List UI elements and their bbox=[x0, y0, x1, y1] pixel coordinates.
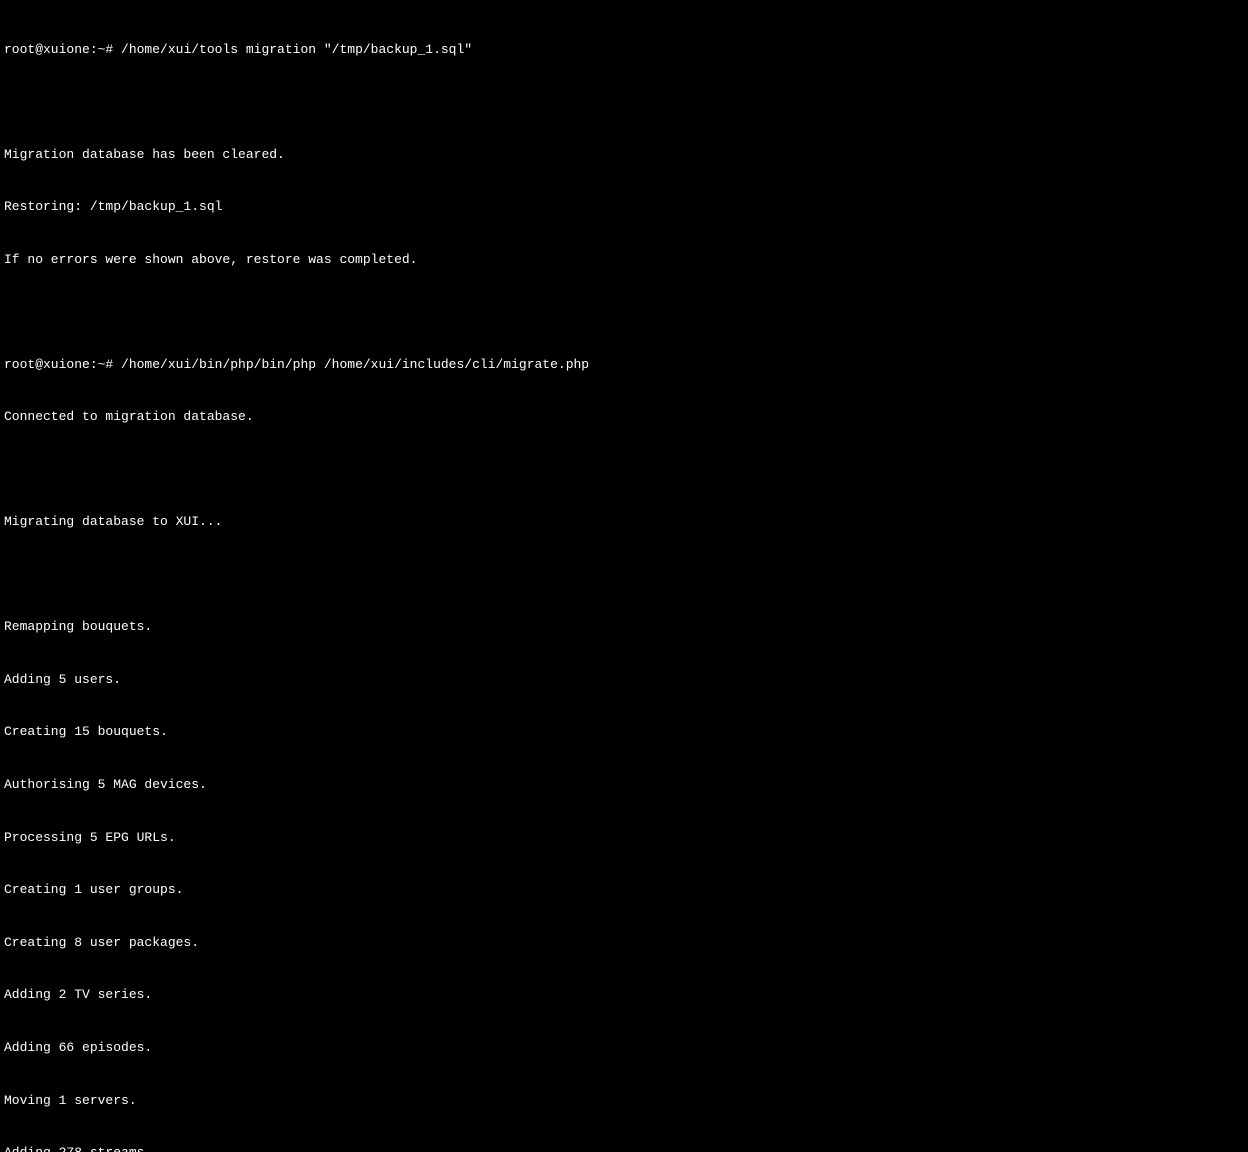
shell-prompt: root@xuione:~# bbox=[4, 357, 121, 372]
shell-prompt: root@xuione:~# bbox=[4, 42, 121, 57]
command-line-2: root@xuione:~# /home/xui/bin/php/bin/php… bbox=[4, 356, 1244, 374]
command-line-1: root@xuione:~# /home/xui/tools migration… bbox=[4, 41, 1244, 59]
output-line: Migrating database to XUI... bbox=[4, 513, 1244, 531]
output-line: Creating 15 bouquets. bbox=[4, 723, 1244, 741]
output-line: Migration database has been cleared. bbox=[4, 146, 1244, 164]
output-line: Remapping bouquets. bbox=[4, 618, 1244, 636]
blank-line bbox=[4, 94, 1244, 111]
output-line: Adding 66 episodes. bbox=[4, 1039, 1244, 1057]
output-line: If no errors were shown above, restore w… bbox=[4, 251, 1244, 269]
output-line: Adding 2 TV series. bbox=[4, 986, 1244, 1004]
blank-line bbox=[4, 304, 1244, 321]
output-line: Creating 1 user groups. bbox=[4, 881, 1244, 899]
blank-line bbox=[4, 566, 1244, 583]
output-line: Connected to migration database. bbox=[4, 408, 1244, 426]
output-line: Restoring: /tmp/backup_1.sql bbox=[4, 198, 1244, 216]
terminal-window[interactable]: root@xuione:~# /home/xui/tools migration… bbox=[4, 6, 1244, 1152]
output-line: Adding 5 users. bbox=[4, 671, 1244, 689]
output-line: Adding 278 streams. bbox=[4, 1144, 1244, 1152]
output-line: Processing 5 EPG URLs. bbox=[4, 829, 1244, 847]
output-line: Creating 8 user packages. bbox=[4, 934, 1244, 952]
command-text: /home/xui/bin/php/bin/php /home/xui/incl… bbox=[121, 357, 589, 372]
output-line: Authorising 5 MAG devices. bbox=[4, 776, 1244, 794]
blank-line bbox=[4, 461, 1244, 478]
command-text: /home/xui/tools migration "/tmp/backup_1… bbox=[121, 42, 472, 57]
output-line: Moving 1 servers. bbox=[4, 1092, 1244, 1110]
